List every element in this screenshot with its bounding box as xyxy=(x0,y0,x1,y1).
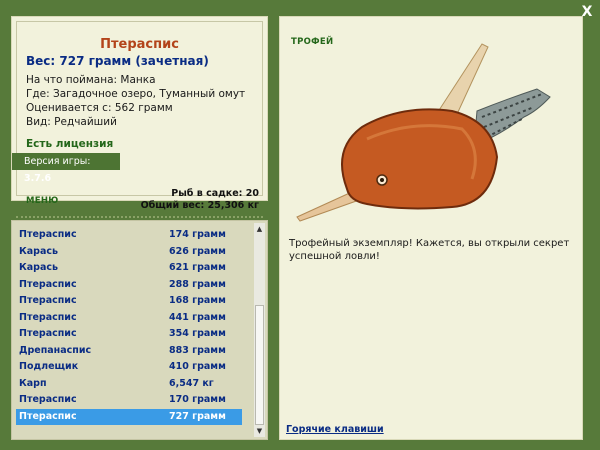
fish-weight: Вес: 727 грамм (зачетная) xyxy=(26,54,209,68)
scroll-thumb[interactable] xyxy=(255,305,264,425)
fish-weight-value: 621 грамм xyxy=(169,262,226,273)
fish-name: Птераспис xyxy=(19,410,77,422)
total-weight: Общий вес: 25,306 кг xyxy=(140,200,259,211)
value-line: Оценивается с: 562 грамм xyxy=(26,102,173,114)
fish-name: Карась xyxy=(19,245,59,257)
fish-name: Дрепанаспис xyxy=(19,344,92,356)
fish-count: Рыб в садке: 20 xyxy=(171,188,259,199)
fish-name: Птераспис xyxy=(19,394,77,405)
fish-name: Карась xyxy=(19,262,59,273)
fish-weight-value: 727 грамм xyxy=(169,410,226,422)
hotkeys-link[interactable]: Горячие клавиши xyxy=(286,424,384,435)
scroll-up-arrow-icon[interactable]: ▲ xyxy=(254,223,265,235)
fish-list-item[interactable]: Птераспис 727 грамм xyxy=(16,408,242,425)
fish-list-item[interactable]: Птераспис 168 грамм xyxy=(16,293,242,309)
menu-button[interactable]: МЕНЮ xyxy=(26,196,59,206)
fish-weight-value: 170 грамм xyxy=(169,394,226,405)
fish-name: Карп xyxy=(19,377,47,389)
fish-info-panel: Птераспис Вес: 727 грамм (зачетная) На ч… xyxy=(11,16,268,218)
fish-weight-value: 6,547 кг xyxy=(169,377,214,389)
fish-list-item[interactable]: Птераспис 170 грамм xyxy=(16,392,242,408)
scroll-down-arrow-icon[interactable]: ▼ xyxy=(254,425,265,437)
version-value: 3.7.6 xyxy=(24,173,52,184)
fish-list-item[interactable]: Птераспис 288 грамм xyxy=(16,277,242,293)
fish-list-item[interactable]: Карп 6,547 кг xyxy=(16,376,242,392)
fish-list-item[interactable]: Карась 621 грамм xyxy=(16,260,242,276)
scrollbar[interactable]: ▲ ▼ xyxy=(254,223,265,437)
fish-weight-value: 410 грамм xyxy=(169,361,226,372)
version-label: Версия игры: xyxy=(24,156,91,167)
fish-list-item[interactable]: Карась 626 грамм xyxy=(16,244,242,260)
fish-weight-value: 354 грамм xyxy=(169,328,226,339)
fish-name: Птераспис xyxy=(19,311,77,323)
fish-name: Птераспис xyxy=(19,229,77,240)
location-line: Где: Загадочное озеро, Туманный омут xyxy=(26,88,246,100)
bait-line: На что поймана: Манка xyxy=(26,74,156,86)
fish-weight-value: 288 грамм xyxy=(169,278,226,290)
fish-name: Птераспис xyxy=(19,278,77,290)
fish-list-item[interactable]: Дрепанаспис 883 грамм xyxy=(16,343,242,359)
fish-weight-value: 174 грамм xyxy=(169,229,226,240)
fish-weight-value: 441 грамм xyxy=(169,311,226,323)
trophy-description: Трофейный экземпляр! Кажется, вы открыли… xyxy=(289,238,570,262)
fish-title: Птераспис xyxy=(100,37,179,52)
pteraspis-fish-image xyxy=(296,43,551,222)
fish-list-item[interactable]: Птераспис 441 грамм xyxy=(16,310,242,326)
fish-list-item[interactable]: Птераспис 174 грамм xyxy=(16,227,242,243)
fish-weight-value: 626 грамм xyxy=(169,245,226,257)
game-version: Версия игры: 3.7.6 xyxy=(12,153,120,184)
kind-line: Вид: Редчайший xyxy=(26,116,117,128)
fish-list-item[interactable]: Птераспис 354 грамм xyxy=(16,326,242,342)
fish-list-item[interactable]: Подлещик 410 грамм xyxy=(16,359,242,375)
fish-name: Подлещик xyxy=(19,361,79,372)
dotted-divider xyxy=(16,216,263,218)
license-status: Есть лицензия xyxy=(26,138,114,150)
fish-list[interactable]: Птераспис 174 грамм Карась 626 грамм Карась 6… xyxy=(11,220,268,440)
fish-name: Птераспис xyxy=(19,295,77,306)
fish-weight-value: 168 грамм xyxy=(169,295,226,306)
fish-name: Птераспис xyxy=(19,328,77,339)
trophy-panel: ТРОФЕЙ Трофейный экземпляр! Кажется, вы … xyxy=(279,16,583,440)
fish-weight-value: 883 грамм xyxy=(169,344,226,356)
